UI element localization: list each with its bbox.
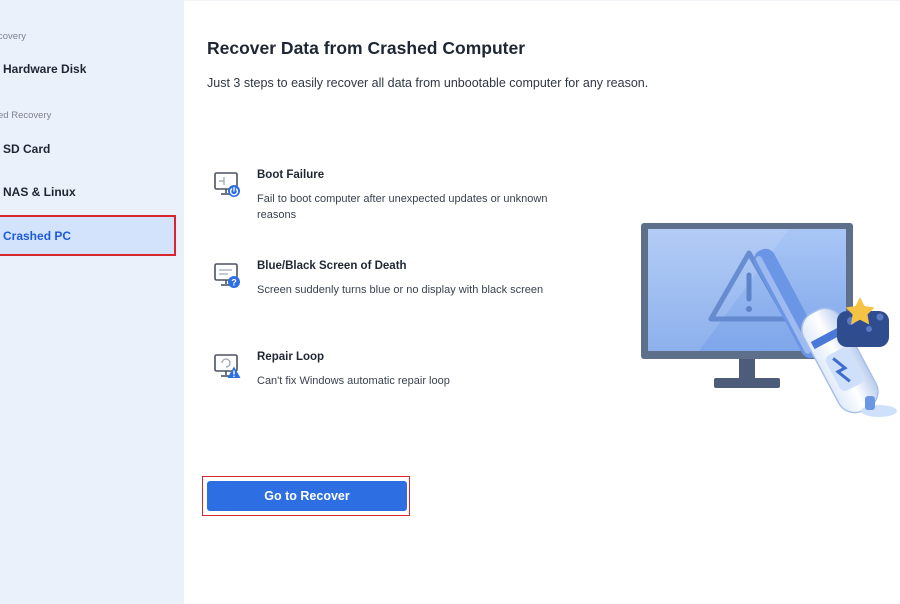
sidebar-item-nas-linux[interactable]: NAS & Linux xyxy=(0,173,176,211)
reason-description: Fail to boot computer after unexpected u… xyxy=(257,193,548,221)
go-to-recover-button[interactable]: Go to Recover xyxy=(207,481,407,511)
svg-text:?: ? xyxy=(231,278,237,288)
sidebar-item-sd-card[interactable]: SD Card xyxy=(0,130,176,168)
sidebar: covery Hardware Disk ed Recovery SD Card… xyxy=(0,0,184,603)
monitor-power-icon xyxy=(214,172,240,197)
reason-repair-loop: Repair Loop Can't fix Windows automatic … xyxy=(212,351,572,401)
main-panel: Recover Data from Crashed Computer Just … xyxy=(184,0,900,604)
reason-blue-black-screen: ? Blue/Black Screen of Death Screen sudd… xyxy=(212,260,572,310)
crashed-computer-illustration xyxy=(641,223,897,417)
page-subtitle: Just 3 steps to easily recover all data … xyxy=(207,76,649,90)
reason-title: Blue/Black Screen of Death xyxy=(257,260,407,272)
sidebar-section-label: covery xyxy=(0,31,26,42)
reason-title: Boot Failure xyxy=(257,169,325,181)
reason-description: Screen suddenly turns blue or no display… xyxy=(257,284,544,296)
reason-boot-failure: Boot Failure Fail to boot computer after… xyxy=(212,169,572,229)
sidebar-item-crashed-pc[interactable]: Crashed PC xyxy=(0,215,176,256)
monitor-question-icon: ? xyxy=(214,263,240,288)
sidebar-item-hardware-disk[interactable]: Hardware Disk xyxy=(0,50,176,88)
reason-description: Can't fix Windows automatic repair loop xyxy=(257,375,450,387)
reason-title: Repair Loop xyxy=(257,351,325,363)
monitor-warning-icon xyxy=(214,354,241,378)
page-title: Recover Data from Crashed Computer xyxy=(207,38,525,58)
sidebar-section-label: ed Recovery xyxy=(0,110,52,121)
